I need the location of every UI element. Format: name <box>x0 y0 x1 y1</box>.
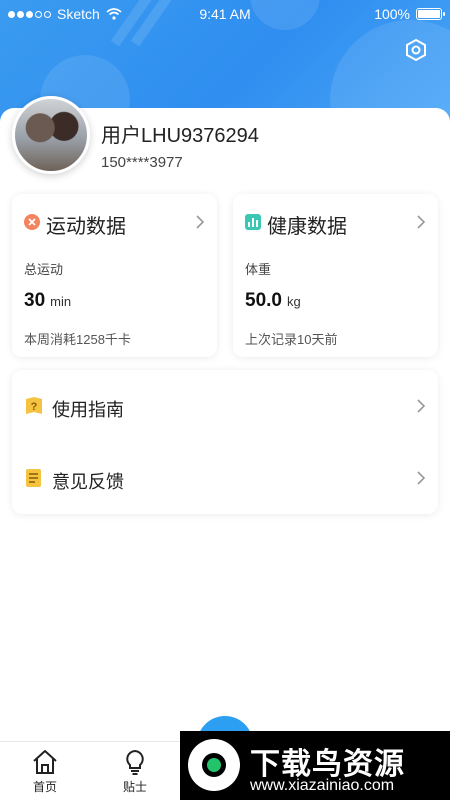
guide-icon: ? <box>26 397 42 414</box>
tab-home[interactable]: 首页 <box>15 748 75 795</box>
sport-data-card[interactable]: 运动数据 总运动 30 min 本周消耗1258千卡 <box>12 194 217 357</box>
username: 用户LHU9376294 <box>101 125 259 147</box>
status-bar: Sketch 9:41 AM 100% <box>0 0 450 28</box>
lightbulb-icon <box>126 749 144 775</box>
battery-percent: 100% <box>374 6 410 22</box>
health-chart-icon <box>245 214 261 230</box>
feedback-icon <box>26 469 41 487</box>
tab-tips[interactable]: 贴士 <box>105 748 165 795</box>
watermark-logo-icon <box>188 739 240 791</box>
menu-item-feedback[interactable]: 意见反馈 <box>12 448 438 508</box>
health-value: 50.0 kg <box>245 290 301 312</box>
sport-icon <box>24 214 40 230</box>
sport-label: 总运动 <box>24 262 64 277</box>
sport-note: 本周消耗1258千卡 <box>24 332 131 347</box>
tab-label: 贴士 <box>122 780 147 794</box>
sport-value-unit: min <box>50 294 72 309</box>
menu-item-label: 使用指南 <box>52 400 124 420</box>
menu-item-guide[interactable]: ? 使用指南 <box>12 376 438 436</box>
health-label: 体重 <box>245 262 272 277</box>
chevron-right-icon <box>417 399 426 413</box>
phone-number: 150****3977 <box>101 154 183 171</box>
avatar[interactable] <box>12 96 90 174</box>
health-note: 上次记录10天前 <box>245 332 338 347</box>
health-value-number: 50.0 <box>245 290 282 311</box>
svg-text:?: ? <box>31 401 38 413</box>
tab-label: 首页 <box>32 780 57 794</box>
sport-value: 30 min <box>24 290 71 312</box>
chevron-right-icon <box>196 215 205 229</box>
health-data-card[interactable]: 健康数据 体重 50.0 kg 上次记录10天前 <box>233 194 438 357</box>
health-value-unit: kg <box>286 294 301 309</box>
settings-icon[interactable] <box>404 38 428 62</box>
chevron-right-icon <box>417 471 426 485</box>
sport-card-title: 运动数据 <box>46 216 126 238</box>
menu-card: ? 使用指南 意见反馈 <box>12 370 438 514</box>
health-card-title: 健康数据 <box>267 216 347 238</box>
battery-icon <box>416 8 445 20</box>
home-icon <box>33 750 57 774</box>
chevron-right-icon <box>417 215 426 229</box>
watermark-url: www.xiazainiao.com <box>250 777 395 794</box>
menu-item-label: 意见反馈 <box>52 472 124 492</box>
watermark-banner: 下载鸟资源 www.xiazainiao.com <box>180 731 450 800</box>
status-right: 100% <box>374 6 445 22</box>
sport-value-number: 30 <box>24 290 46 311</box>
